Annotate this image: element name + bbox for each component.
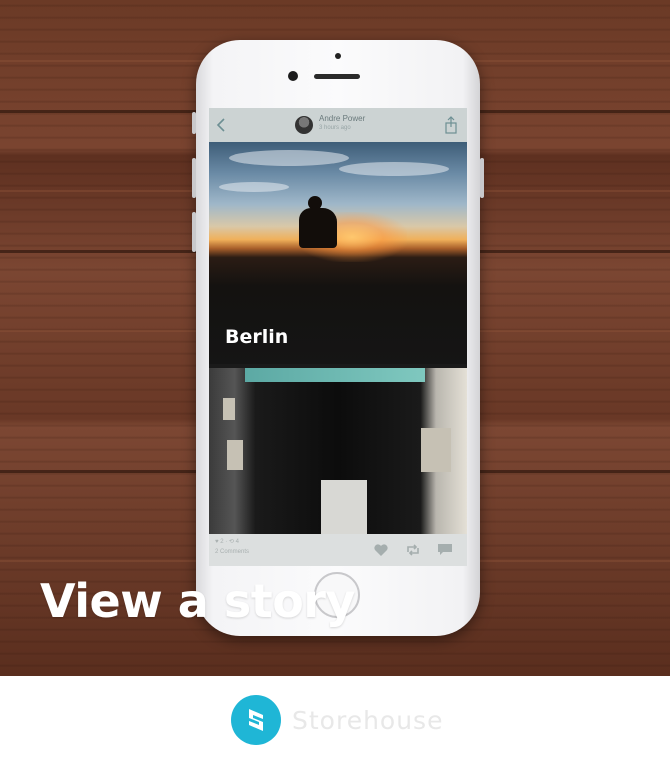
brand-name: Storehouse <box>292 706 444 735</box>
post-time: 3 hours ago <box>319 125 351 131</box>
proximity-sensor <box>335 53 341 59</box>
video-caption: View a story <box>40 574 355 628</box>
cloud <box>339 162 449 176</box>
story-title[interactable]: Berlin <box>225 326 288 348</box>
storefront-sign <box>245 368 425 382</box>
volume-down-button <box>192 212 196 252</box>
power-button <box>480 158 484 198</box>
chevron-left-icon[interactable] <box>215 116 229 134</box>
story-header: Andre Power 3 hours ago <box>209 108 467 142</box>
author-name[interactable]: Andre Power <box>319 114 365 123</box>
like-repost-counts: ♥ 2 · ⟲ 4 <box>215 539 239 545</box>
volume-up-button <box>192 158 196 198</box>
phone-screen: Andre Power 3 hours ago Berlin ♥ 2 · ⟲ 4… <box>209 108 467 566</box>
comment-icon[interactable] <box>437 542 453 556</box>
doorway-light <box>321 480 367 534</box>
story-footer: ♥ 2 · ⟲ 4 2 Comments <box>209 534 467 566</box>
share-icon[interactable] <box>444 116 458 134</box>
earpiece-speaker <box>314 74 360 79</box>
cloud <box>229 150 349 166</box>
iphone-device: Andre Power 3 hours ago Berlin ♥ 2 · ⟲ 4… <box>192 40 484 636</box>
repost-icon[interactable] <box>405 542 421 556</box>
comments-link[interactable]: 2 Comments <box>215 549 249 555</box>
heart-icon[interactable] <box>373 542 389 556</box>
cloud <box>219 182 289 192</box>
front-camera <box>288 71 298 81</box>
wall-poster <box>421 428 451 472</box>
mute-switch <box>192 112 196 134</box>
wood-background: Andre Power 3 hours ago Berlin ♥ 2 · ⟲ 4… <box>0 0 670 676</box>
storehouse-logo-icon <box>231 695 281 745</box>
wall-poster <box>223 398 235 420</box>
story-photo-street[interactable] <box>209 368 467 534</box>
author-avatar[interactable] <box>295 116 313 134</box>
wall-poster <box>227 440 243 470</box>
person-silhouette-body <box>299 208 337 248</box>
